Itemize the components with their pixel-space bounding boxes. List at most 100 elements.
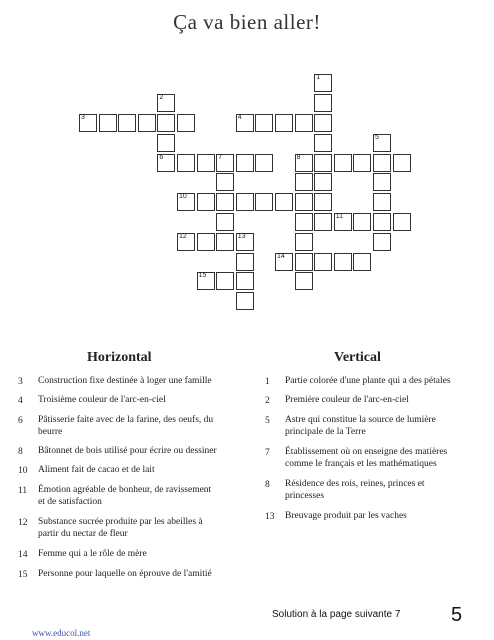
clue-number: 7	[265, 448, 270, 458]
crossword-cell[interactable]	[118, 114, 137, 132]
crossword-cell[interactable]: 15	[196, 272, 215, 291]
crossword-cell[interactable]	[196, 153, 215, 172]
crossword-cell[interactable]	[294, 173, 313, 192]
crossword-cell[interactable]	[235, 252, 254, 271]
clue-item: 5 Astre qui constitue la source de lumièr…	[265, 414, 485, 438]
crossword-cell[interactable]	[216, 193, 235, 212]
clue-text-line: Troisième couleur de l'arc-en-ciel	[38, 395, 166, 405]
clue-number: 13	[265, 512, 275, 522]
crossword-cell[interactable]	[177, 114, 195, 132]
crossword-cell[interactable]: 3	[79, 114, 97, 132]
crossword-cell[interactable]	[275, 193, 293, 212]
clue-text-line: Bâtonnet de bois utilisé pour écrire ou …	[38, 446, 217, 456]
crossword-cell[interactable]	[294, 272, 313, 291]
crossword-cell[interactable]	[275, 114, 293, 132]
crossword-cell[interactable]	[216, 232, 235, 251]
crossword-cell[interactable]	[314, 94, 333, 113]
crossword-cell[interactable]	[294, 252, 313, 271]
crossword-cell[interactable]	[373, 213, 391, 231]
crossword-cell[interactable]: 11	[333, 213, 352, 231]
crossword-cell[interactable]	[235, 193, 254, 212]
clue-text-line: princesses	[285, 491, 325, 501]
clue-number: 14	[277, 252, 285, 260]
crossword-cell[interactable]	[314, 193, 333, 212]
clue-number: 4	[18, 396, 23, 406]
crossword-cell[interactable]	[373, 153, 391, 172]
crossword-cell[interactable]	[314, 213, 333, 231]
crossword-cell[interactable]	[294, 114, 313, 132]
crossword-cell[interactable]	[196, 193, 215, 212]
clue-item: 12 Substance sucrée produite par les abei…	[18, 516, 238, 540]
crossword-cell[interactable]: 10	[177, 193, 195, 212]
clue-text: Troisième couleur de l'arc-en-ciel	[38, 394, 166, 406]
clue-number: 1	[265, 377, 270, 387]
crossword-cell[interactable]	[216, 272, 235, 291]
crossword-cell[interactable]: 5	[373, 133, 391, 152]
crossword-cell[interactable]	[314, 133, 333, 152]
crossword-cell[interactable]	[196, 232, 215, 251]
clue-text-line: Établissement où on enseigne des matière…	[285, 447, 448, 457]
clue-number: 8	[296, 153, 301, 161]
crossword-cell[interactable]: 6	[157, 153, 176, 172]
horizontal-heading: Horizontal	[87, 350, 152, 365]
crossword-cell[interactable]	[157, 133, 176, 152]
crossword-cell[interactable]	[314, 114, 333, 132]
clue-number: 8	[18, 447, 23, 457]
crossword-cell[interactable]	[294, 213, 313, 231]
crossword-cell[interactable]: 14	[275, 252, 293, 271]
crossword-cell[interactable]	[353, 153, 372, 172]
crossword-cell[interactable]	[294, 232, 313, 251]
crossword-cell[interactable]	[235, 292, 254, 311]
clue-number: 2	[265, 396, 270, 406]
crossword-cell[interactable]: 1	[314, 74, 333, 93]
clue-number: 13	[237, 232, 246, 240]
crossword-cell[interactable]	[333, 153, 352, 172]
crossword-cell[interactable]	[353, 213, 372, 231]
crossword-cell[interactable]	[373, 193, 391, 212]
clue-text-line: Astre qui constitue la source de lumière	[285, 415, 436, 425]
crossword-cell[interactable]	[314, 153, 333, 172]
crossword-cell[interactable]	[314, 252, 333, 271]
clue-text: Aliment fait de cacao et de lait	[38, 464, 155, 476]
crossword-cell[interactable]	[98, 114, 117, 132]
clue-number: 4	[237, 114, 242, 121]
crossword-cell[interactable]	[235, 153, 254, 172]
crossword-cell[interactable]: 4	[235, 114, 254, 132]
crossword-cell[interactable]	[353, 252, 372, 271]
crossword-cell[interactable]	[373, 232, 391, 251]
crossword-cell[interactable]	[216, 173, 235, 192]
crossword-cell[interactable]	[216, 213, 235, 231]
clue-text-line: Pâtisserie faite avec de la farine, des …	[38, 415, 214, 425]
clue-text-line: principale de la Terre	[285, 427, 366, 437]
crossword-cell[interactable]	[392, 213, 411, 231]
crossword-cell[interactable]	[392, 153, 411, 172]
crossword-cell[interactable]	[137, 114, 156, 132]
crossword-cell[interactable]: 2	[157, 94, 176, 113]
crossword-cell[interactable]	[157, 114, 176, 132]
crossword-cell[interactable]: 13	[235, 232, 254, 251]
website-link[interactable]: www.educol.net	[32, 628, 90, 638]
crossword-cell[interactable]	[255, 193, 274, 212]
vertical-heading: Vertical	[334, 350, 381, 365]
crossword-cell[interactable]	[255, 153, 274, 172]
clue-number: 15	[198, 272, 207, 280]
crossword-cell[interactable]	[255, 114, 274, 132]
crossword-cell[interactable]	[373, 173, 391, 192]
clue-number: 15	[18, 570, 28, 580]
crossword-cell[interactable]: 7	[216, 153, 235, 172]
clue-text: Première couleur de l'arc-en-ciel	[285, 394, 409, 406]
clue-item: 7 Établissement où on enseigne des matièr…	[265, 446, 485, 470]
crossword-cell[interactable]	[235, 272, 254, 291]
crossword-cell[interactable]: 8	[294, 153, 313, 172]
clue-number: 3	[81, 114, 85, 121]
clue-text-line: comme le français et les mathématiques	[285, 459, 437, 469]
crossword-cell[interactable]	[294, 193, 313, 212]
crossword-cell[interactable]	[333, 252, 352, 271]
clue-text: Femme qui a le rôle de mère	[38, 548, 147, 560]
crossword-cell[interactable]: 12	[177, 232, 195, 251]
clue-text: Bâtonnet de bois utilisé pour écrire ou …	[38, 445, 217, 457]
clue-text-line: partir du nectar de fleur	[38, 529, 128, 539]
clue-number: 7	[218, 153, 223, 161]
crossword-cell[interactable]	[314, 173, 333, 192]
crossword-cell[interactable]	[177, 153, 195, 172]
